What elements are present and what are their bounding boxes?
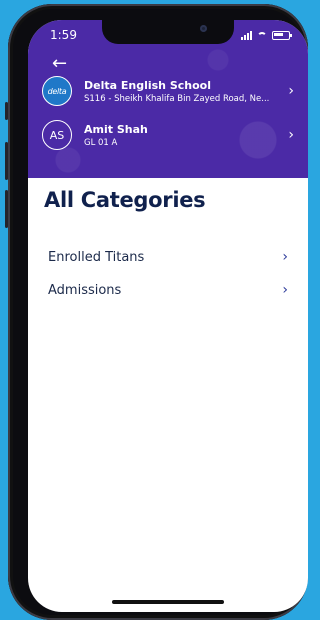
- mute-switch: [5, 102, 8, 120]
- chevron-right-icon: ›: [282, 249, 288, 265]
- category-label: Enrolled Titans: [48, 249, 145, 265]
- chevron-right-icon: ›: [288, 127, 294, 143]
- status-icons: [241, 31, 292, 40]
- camera-icon: [200, 25, 207, 32]
- school-address: S116 - Sheikh Khalifa Bin Zayed Road, Ne…: [84, 93, 270, 104]
- chevron-right-icon: ›: [282, 282, 288, 298]
- wifi-icon: [257, 32, 267, 40]
- home-indicator[interactable]: [112, 600, 224, 604]
- student-avatar: AS: [42, 120, 72, 150]
- notch: [102, 20, 234, 44]
- school-row[interactable]: delta Delta English School S116 - Sheikh…: [42, 74, 294, 108]
- header: 1:59 ← delta Delta English School S116 -…: [28, 20, 308, 178]
- student-class: GL 01 A: [84, 137, 118, 148]
- volume-down-button: [5, 190, 8, 228]
- volume-up-button: [5, 142, 8, 180]
- battery-icon: [272, 31, 292, 40]
- school-logo: delta: [42, 76, 72, 106]
- page-title: All Categories: [44, 188, 206, 212]
- signal-icon: [241, 31, 252, 40]
- student-row[interactable]: AS Amit Shah GL 01 A ›: [42, 118, 294, 152]
- phone-frame: 1:59 ← delta Delta English School S116 -…: [5, 4, 308, 620]
- chevron-right-icon: ›: [288, 83, 294, 99]
- student-name: Amit Shah: [84, 122, 148, 136]
- back-button[interactable]: ←: [52, 53, 74, 74]
- category-item-enrolled-titans[interactable]: Enrolled Titans ›: [48, 246, 288, 268]
- status-time: 1:59: [50, 28, 77, 42]
- category-item-admissions[interactable]: Admissions ›: [48, 279, 288, 301]
- arrow-left-icon: ←: [52, 53, 68, 74]
- school-name: Delta English School: [84, 78, 211, 92]
- screen: 1:59 ← delta Delta English School S116 -…: [28, 20, 308, 612]
- category-label: Admissions: [48, 282, 122, 298]
